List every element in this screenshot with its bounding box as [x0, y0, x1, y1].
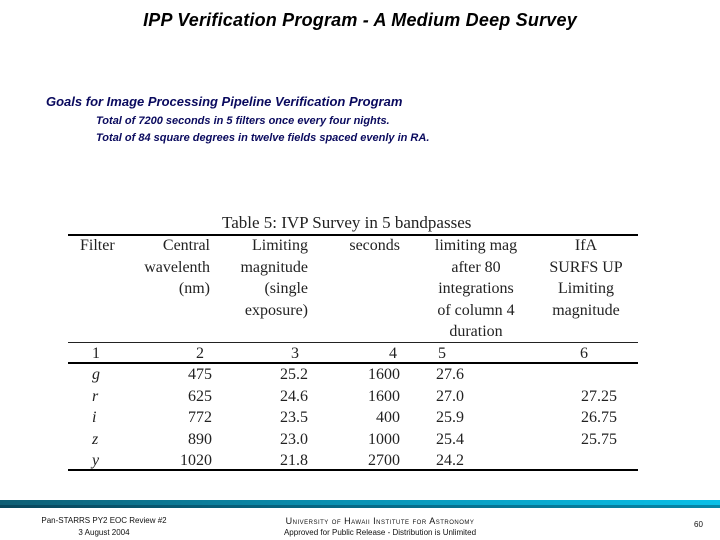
footer-institution: University of Hawaii Institute for Astro… [240, 515, 520, 539]
table-caption: Table 5: IVP Survey in 5 bandpasses [222, 213, 472, 232]
table-bottom-rule [68, 469, 638, 471]
cell-seconds: 1000 [368, 430, 400, 448]
cell-wavelength: 475 [188, 366, 212, 383]
cell-limiting-mag: 24.6 [280, 387, 308, 405]
cell-seconds: 400 [376, 409, 400, 426]
header-ifa-surfs-up: IfA SURFS UP Limiting magnitude [549, 237, 623, 319]
footer-release-notice: Approved for Public Release - Distributi… [283, 528, 477, 537]
cell-limiting-mag-80: 27.6 [436, 366, 464, 383]
page-number: 60 [694, 520, 703, 529]
header-central-wavelength: Central wavelenth (nm) [144, 237, 210, 297]
table-row: z 890 23.0 1000 25.4 25.75 [0, 429, 720, 451]
table-row: g 475 25.2 1600 27.6 [0, 364, 720, 386]
cell-ifa: 27.25 [581, 387, 617, 405]
cell-limiting-mag: 23.5 [280, 409, 308, 426]
header-seconds: seconds [349, 237, 400, 254]
cell-limiting-mag-80: 25.4 [436, 430, 464, 448]
cell-wavelength: 772 [188, 409, 212, 426]
footer-event: Pan-STARRS PY2 EOC Review #2 3 August 20… [14, 515, 194, 539]
goal-line: Total of 7200 seconds in 5 filters once … [96, 115, 390, 127]
cell-filter: g [92, 366, 100, 383]
cell-seconds: 1600 [368, 387, 400, 405]
table-row: i 772 23.5 400 25.9 26.75 [0, 407, 720, 429]
footer-gradient-bar [0, 500, 720, 508]
cell-limiting-mag-80: 27.0 [436, 387, 464, 405]
goals-heading: Goals for Image Processing Pipeline Veri… [46, 94, 403, 109]
cell-filter: r [92, 387, 99, 405]
cell-ifa: 26.75 [581, 409, 617, 426]
cell-limiting-mag: 23.0 [280, 430, 308, 448]
footer-institution-name: University of Hawaii Institute for Astro… [285, 516, 475, 526]
cell-filter: i [92, 409, 97, 426]
cell-ifa: 25.75 [581, 430, 617, 448]
header-filter: Filter [80, 237, 115, 254]
cell-filter: z [92, 430, 99, 448]
slide-title: IPP Verification Program - A Medium Deep… [143, 10, 577, 30]
cell-limiting-mag: 25.2 [280, 366, 308, 383]
footer-event-date: 3 August 2004 [78, 528, 130, 537]
cell-wavelength: 890 [188, 430, 212, 448]
table-row: r 625 24.6 1600 27.0 27.25 [0, 386, 720, 408]
cell-wavelength: 625 [188, 387, 212, 405]
header-rule [68, 342, 638, 343]
header-limiting-mag-80: limiting mag after 80 integrations of co… [434, 237, 518, 340]
goal-line: Total of 84 square degrees in twelve fie… [96, 132, 430, 144]
cell-limiting-mag-80: 25.9 [436, 409, 464, 426]
header-limiting-magnitude: Limiting magnitude (single exposure) [240, 237, 308, 319]
cell-seconds: 1600 [368, 366, 400, 383]
footer-event-title: Pan-STARRS PY2 EOC Review #2 [41, 516, 167, 525]
